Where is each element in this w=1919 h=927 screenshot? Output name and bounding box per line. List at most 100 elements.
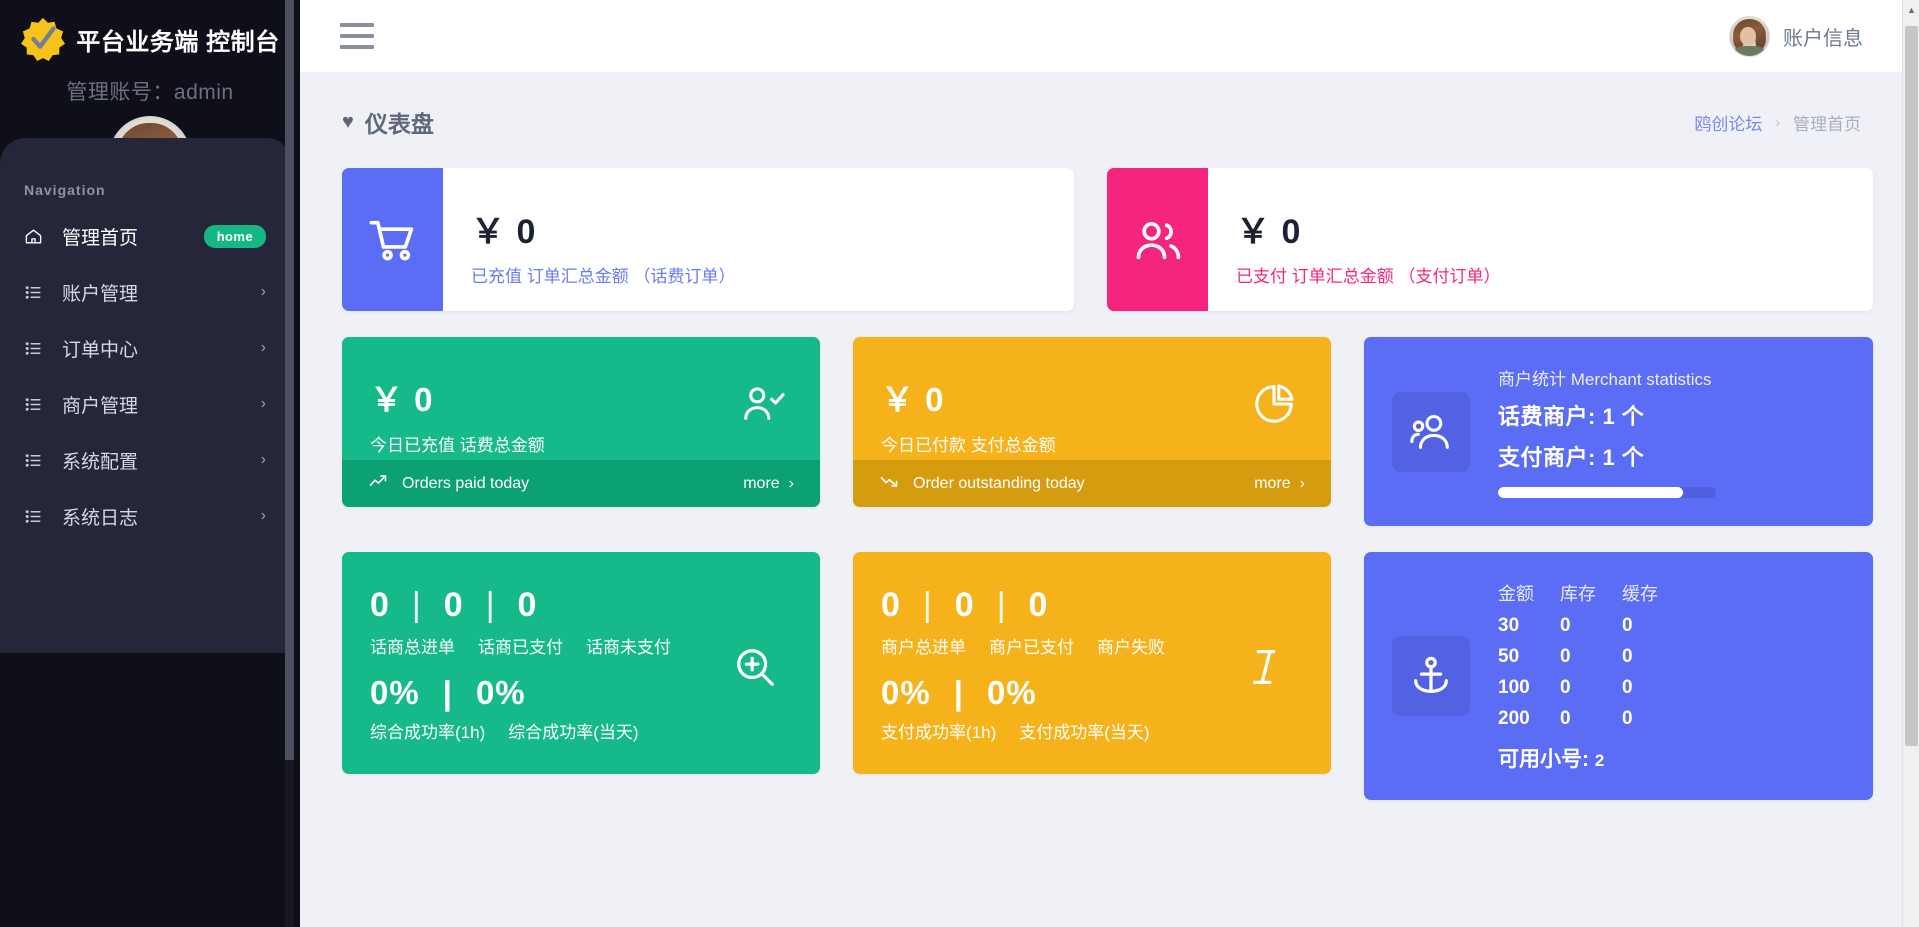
chevron-right-icon: ›	[260, 283, 266, 300]
summary-card-recharge: ￥ 0 已充值 订单汇总金额 （话费订单）	[342, 168, 1074, 311]
cell-amount: 30	[1498, 614, 1520, 636]
chevron-right-icon: ›	[1299, 474, 1305, 492]
merchant-stats-title: 商户统计 Merchant statistics	[1498, 370, 1712, 389]
list-icon	[24, 451, 50, 470]
detail-percent-labels: 综合成功率(1h) 综合成功率(当天)	[370, 718, 792, 743]
tile-footer: Orders paid today more ›	[342, 460, 820, 507]
more-link[interactable]: more ›	[743, 475, 794, 493]
chevron-right-icon: ›	[260, 451, 266, 468]
sidebar-item-system-log[interactable]: 系统日志 ›	[0, 488, 292, 544]
detail-number: 0	[954, 586, 976, 624]
admin-account-label: 管理账号：admin	[66, 81, 234, 104]
tile-amount: ￥ 0	[370, 381, 434, 418]
users-icon	[1107, 168, 1208, 311]
merchant-stats-line-1: 话费商户: 1 个	[1498, 404, 1645, 429]
list-icon	[24, 283, 50, 302]
trend-up-icon	[368, 471, 388, 496]
more-label: more	[1254, 474, 1291, 492]
detail-tiles-row: 0 | 0 | 0 话商总进单 话商已支付 话商未支付 0% | 0% 综合成功…	[342, 552, 1873, 800]
account-info-button[interactable]: 账户信息	[1729, 15, 1895, 57]
sidebar-item-merchant-management[interactable]: 商户管理 ›	[0, 376, 292, 432]
sidebar-item-label: 系统配置	[62, 451, 139, 473]
list-icon	[24, 507, 50, 526]
detail-percent-label: 支付成功率(当天)	[1019, 723, 1150, 742]
breadcrumb: 鸥创论坛 › 管理首页	[1694, 110, 1873, 135]
tile-footer-text: Order outstanding today	[913, 474, 1085, 492]
cell-cache: 0	[1622, 707, 1633, 729]
app-root: 平台业务端 控制台 管理账号：admin Navigation 管理首页 hom…	[0, 0, 1919, 927]
sidebar-nav-panel: Navigation 管理首页 home 账户管理 › 订单中心 › 商户管理 …	[0, 138, 292, 653]
detail-number-label: 商户已支付	[989, 638, 1074, 657]
separator: |	[922, 586, 934, 624]
detail-tile-amber-col: 0 | 0 | 0 商户总进单 商户已支付 商户失败 0% | 0% 支付成功率…	[853, 552, 1331, 800]
table-row: 100 0 0	[1498, 677, 1684, 708]
detail-percents: 0% | 0%	[881, 674, 1303, 712]
page-content: ♥ 仪表盘 鸥创论坛 › 管理首页 ￥ 0 已充值 订单汇总金额 （话费订单） …	[300, 72, 1919, 800]
cell-cache: 0	[1622, 676, 1633, 698]
summary-amount: ￥ 0	[1236, 213, 1302, 251]
scroll-up-arrow-icon[interactable]: ▲	[1903, 0, 1919, 19]
detail-number: 0	[517, 586, 539, 624]
detail-percent-label: 综合成功率(当天)	[508, 723, 639, 742]
home-badge: home	[203, 224, 266, 248]
sidebar-item-label: 管理首页	[62, 227, 139, 249]
sidebar-item-order-center[interactable]: 订单中心 ›	[0, 320, 292, 376]
detail-numbers: 0 | 0 | 0	[881, 586, 1303, 625]
sidebar-brand: 平台业务端 控制台	[0, 0, 300, 66]
stock-table-card: 金额 库存 缓存 30 0 0 50 0 0 100 0 0 200 0 0 可…	[1364, 552, 1873, 800]
detail-percent: 0%	[881, 674, 931, 711]
detail-number-label: 话商已支付	[478, 638, 563, 657]
chevron-right-icon: ›	[260, 507, 266, 524]
chevron-right-icon: ›	[788, 474, 794, 492]
chevron-right-icon: ›	[1775, 114, 1780, 130]
tile-main: ￥ 0 今日已充值 话费总金额	[342, 337, 820, 460]
scrollbar-thumb[interactable]	[1905, 26, 1918, 746]
user-check-icon	[740, 381, 786, 432]
summary-caption: 已充值 订单汇总金额 （话费订单）	[471, 267, 736, 286]
stock-table-grid: 金额 库存 缓存 30 0 0 50 0 0 100 0 0 200 0 0	[1498, 580, 1684, 739]
telecom-order-stats-tile: 0 | 0 | 0 话商总进单 话商已支付 话商未支付 0% | 0% 综合成功…	[342, 552, 820, 774]
table-row: 50 0 0	[1498, 646, 1684, 677]
sidebar-item-home[interactable]: 管理首页 home	[0, 208, 292, 264]
summary-caption: 已支付 订单汇总金额 （支付订单）	[1236, 267, 1501, 286]
cell-stock: 0	[1560, 707, 1571, 729]
detail-numbers: 0 | 0 | 0	[370, 586, 792, 625]
column-header: 金额	[1498, 583, 1534, 604]
more-link[interactable]: more ›	[1254, 475, 1305, 493]
text-cursor-icon	[1243, 644, 1289, 695]
sidebar-scrollbar[interactable]	[285, 0, 294, 927]
hamburger-icon[interactable]	[340, 23, 374, 49]
separator: |	[996, 586, 1008, 624]
sidebar-item-account-management[interactable]: 账户管理 ›	[0, 264, 292, 320]
people-icon	[1392, 391, 1470, 472]
zoom-in-icon	[732, 644, 778, 695]
breadcrumb-link[interactable]: 鸥创论坛	[1694, 110, 1762, 135]
account-info-label: 账户信息	[1783, 27, 1863, 50]
heart-icon: ♥	[342, 111, 354, 133]
summary-card-paid: ￥ 0 已支付 订单汇总金额 （支付订单）	[1107, 168, 1873, 311]
summary-card-row: ￥ 0 已充值 订单汇总金额 （话费订单） ￥ 0 已支付 订单汇总金额 （支付…	[342, 168, 1873, 311]
detail-number: 0	[1028, 586, 1050, 624]
pie-chart-icon	[1251, 381, 1297, 432]
anchor-icon	[1392, 636, 1470, 716]
cell-stock: 0	[1560, 645, 1571, 667]
summary-card-body: ￥ 0 已支付 订单汇总金额 （支付订单）	[1208, 168, 1500, 311]
sidebar-item-label: 订单中心	[62, 339, 139, 361]
available-accounts-value: 2	[1594, 750, 1605, 770]
detail-percent: 0%	[475, 674, 526, 711]
today-tile-amber-col: ￥ 0 今日已付款 支付总金额 Order outstanding today …	[853, 337, 1331, 526]
chevron-right-icon: ›	[260, 395, 266, 412]
table-row: 30 0 0	[1498, 615, 1684, 646]
detail-number-label: 商户失败	[1097, 638, 1165, 657]
detail-number-label: 话商未支付	[586, 638, 671, 657]
merchant-stats-col: 商户统计 Merchant statistics 话费商户: 1 个 支付商户:…	[1364, 337, 1873, 526]
page-header: ♥ 仪表盘 鸥创论坛 › 管理首页	[342, 98, 1873, 146]
detail-number: 0	[881, 586, 902, 624]
separator: |	[485, 586, 497, 624]
sidebar-item-system-config[interactable]: 系统配置 ›	[0, 432, 292, 488]
detail-tile-green-col: 0 | 0 | 0 话商总进单 话商已支付 话商未支付 0% | 0% 综合成功…	[342, 552, 820, 800]
table-row: 200 0 0	[1498, 708, 1684, 739]
sidebar-item-label: 商户管理	[62, 395, 139, 417]
detail-percent: 0%	[986, 674, 1037, 711]
page-scrollbar[interactable]: ▲	[1902, 0, 1919, 927]
